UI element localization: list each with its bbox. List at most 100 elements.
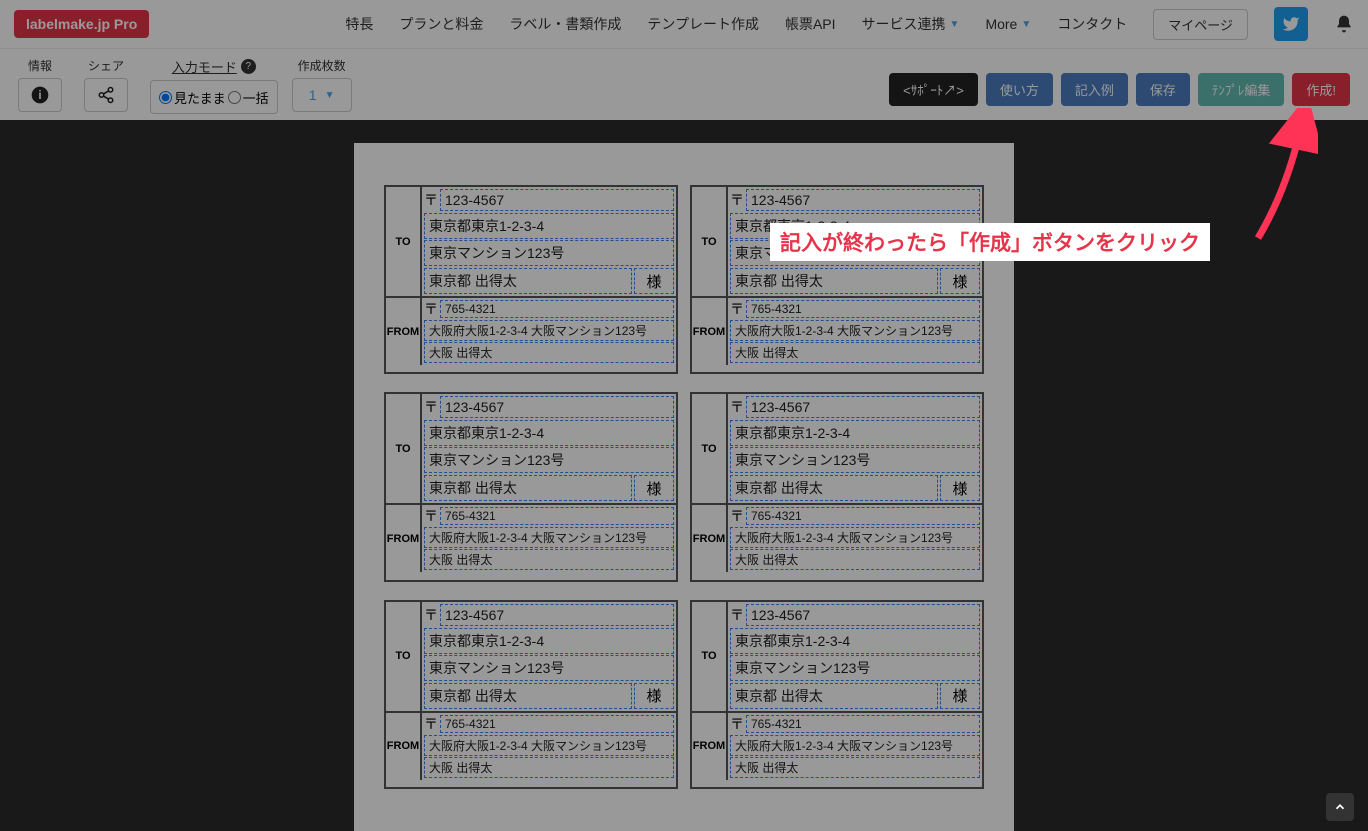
to-addr2-field[interactable]: 東京マンション123号 [730,655,980,681]
mode-batch[interactable]: 一括 [228,88,269,107]
nav-contact[interactable]: コンタクト [1057,14,1127,34]
from-name-field[interactable]: 大阪 出得太 [424,757,674,778]
info-icon: i [30,85,50,105]
to-name-field[interactable]: 東京都 出得太 [424,475,632,501]
postal-mark-icon: 〒 [424,605,438,625]
to-addr2-field[interactable]: 東京マンション123号 [730,447,980,473]
from-zip-field[interactable]: 765-4321 [746,715,980,733]
from-name-field[interactable]: 大阪 出得太 [730,342,980,363]
from-addr-field[interactable]: 大阪府大阪1-2-3-4 大阪マンション123号 [730,320,980,341]
sama-field[interactable]: 様 [634,683,674,709]
from-addr-field[interactable]: 大阪府大阪1-2-3-4 大阪マンション123号 [730,527,980,548]
chevron-down-icon: ▼ [1021,19,1031,30]
from-addr-field[interactable]: 大阪府大阪1-2-3-4 大阪マンション123号 [424,735,674,756]
to-addr1-field[interactable]: 東京都東京1-2-3-4 [730,420,980,446]
nav-pricing[interactable]: プランと料金 [399,14,483,34]
from-name-field[interactable]: 大阪 出得太 [730,757,980,778]
label-card: TO〒123-4567東京都東京1-2-3-4東京マンション123号東京都 出得… [690,600,984,789]
postal-mark-icon: 〒 [730,605,744,625]
from-zip-field[interactable]: 765-4321 [440,507,674,525]
annotation-callout: 記入が終わったら「作成」ボタンをクリック [770,223,1210,261]
to-zip-field[interactable]: 123-4567 [440,604,674,626]
help-icon[interactable]: ? [241,59,256,74]
sama-field[interactable]: 様 [940,475,980,501]
logo[interactable]: labelmake.jp Pro [14,10,149,38]
postal-mark-icon: 〒 [424,190,438,210]
scroll-top-button[interactable] [1326,793,1354,821]
mode-batch-radio[interactable] [228,91,241,104]
to-name-field[interactable]: 東京都 出得太 [424,683,632,709]
postal-mark-icon: 〒 [424,299,438,319]
to-zip-field[interactable]: 123-4567 [746,604,980,626]
to-zip-field[interactable]: 123-4567 [440,396,674,418]
to-zip-field[interactable]: 123-4567 [440,189,674,211]
from-zip-field[interactable]: 765-4321 [746,300,980,318]
to-addr1-field[interactable]: 東京都東京1-2-3-4 [424,420,674,446]
from-side: FROM [386,298,422,365]
to-side: TO [386,602,422,711]
to-addr2-field[interactable]: 東京マンション123号 [424,240,674,266]
example-button[interactable]: 記入例 [1061,73,1128,106]
postal-mark-icon: 〒 [730,506,744,526]
twitter-icon [1282,15,1300,33]
sama-field[interactable]: 様 [634,475,674,501]
label-card: TO〒123-4567東京都東京1-2-3-4東京マンション123号東京都 出得… [384,600,678,789]
postal-mark-icon: 〒 [730,190,744,210]
postal-mark-icon: 〒 [730,714,744,734]
twitter-button[interactable] [1274,7,1308,41]
template-edit-button[interactable]: ﾃﾝﾌﾟﾚ編集 [1198,73,1285,106]
bell-icon[interactable] [1334,14,1354,34]
arrow-icon [1238,108,1318,248]
to-side: TO [692,602,728,711]
to-name-field[interactable]: 東京都 出得太 [424,268,632,294]
to-side: TO [692,187,728,296]
to-zip-field[interactable]: 123-4567 [746,189,980,211]
nav-template-create[interactable]: テンプレート作成 [647,14,759,34]
to-name-field[interactable]: 東京都 出得太 [730,475,938,501]
save-button[interactable]: 保存 [1136,73,1190,106]
howto-button[interactable]: 使い方 [986,73,1053,106]
from-name-field[interactable]: 大阪 出得太 [424,549,674,570]
sama-field[interactable]: 様 [634,268,674,294]
nav-service[interactable]: サービス連携▼ [862,14,960,34]
to-addr2-field[interactable]: 東京マンション123号 [424,447,674,473]
from-name-field[interactable]: 大阪 出得太 [424,342,674,363]
nav-more[interactable]: More▼ [985,16,1031,32]
support-button[interactable]: <ｻﾎﾟｰﾄ↗> [889,73,978,106]
label-card: TO〒 123-4567東京都東京1-2-3-4東京マンション123号東京都 出得… [690,392,984,581]
to-name-field[interactable]: 東京都 出得太 [730,683,938,709]
from-side: FROM [386,505,422,572]
from-addr-field[interactable]: 大阪府大阪1-2-3-4 大阪マンション123号 [424,320,674,341]
info-label: 情報 [28,57,52,74]
chevron-down-icon: ▼ [950,19,960,30]
create-button[interactable]: 作成! [1292,73,1350,106]
toolbar-actions: <ｻﾎﾟｰﾄ↗> 使い方 記入例 保存 ﾃﾝﾌﾟﾚ編集 作成! [889,57,1350,106]
count-select[interactable]: 1▼ [292,78,352,112]
postal-mark-icon: 〒 [424,397,438,417]
from-name-field[interactable]: 大阪 出得太 [730,549,980,570]
nav-api[interactable]: 帳票API [785,14,836,34]
to-zip-field[interactable]: 123-4567 [746,396,980,418]
from-zip-field[interactable]: 765-4321 [746,507,980,525]
info-button[interactable]: i [18,78,62,112]
sama-field[interactable]: 様 [940,268,980,294]
mypage-button[interactable]: マイページ [1153,9,1248,40]
mode-wysiwyg-radio[interactable] [159,91,172,104]
from-zip-field[interactable]: 765-4321 [440,715,674,733]
to-addr2-field[interactable]: 東京マンション123号 [424,655,674,681]
share-button[interactable] [84,78,128,112]
nav-label-create[interactable]: ラベル・書類作成 [509,14,621,34]
to-addr1-field[interactable]: 東京都東京1-2-3-4 [730,628,980,654]
from-addr-field[interactable]: 大阪府大阪1-2-3-4 大阪マンション123号 [730,735,980,756]
from-side: FROM [692,713,728,780]
sama-field[interactable]: 様 [940,683,980,709]
to-side: TO [692,394,728,503]
nav-feature[interactable]: 特長 [345,14,373,34]
from-zip-field[interactable]: 765-4321 [440,300,674,318]
to-addr1-field[interactable]: 東京都東京1-2-3-4 [424,628,674,654]
to-side: TO [386,187,422,296]
mode-wysiwyg[interactable]: 見たまま [159,88,226,107]
from-addr-field[interactable]: 大阪府大阪1-2-3-4 大阪マンション123号 [424,527,674,548]
to-addr1-field[interactable]: 東京都東京1-2-3-4 [424,213,674,239]
to-name-field[interactable]: 東京都 出得太 [730,268,938,294]
